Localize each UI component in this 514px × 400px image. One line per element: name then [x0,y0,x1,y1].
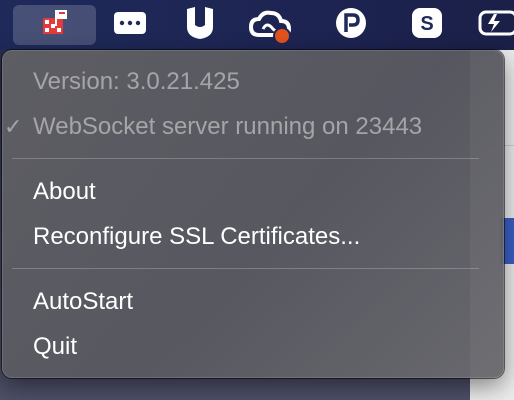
u-shield-status-item[interactable] [176,5,224,45]
app-status-item[interactable] [13,5,96,45]
about-menu-item[interactable]: About [33,176,96,208]
creative-cloud-icon [248,7,292,43]
menu-bar: S [0,0,514,50]
status-dropdown-menu: Version: 3.0.21.425 ✓ WebSocket server r… [2,50,504,378]
notification-dot [275,29,289,43]
s-square-status-item[interactable]: S [403,5,451,45]
window-dots-status-item[interactable] [106,5,154,45]
autostart-menu-item[interactable]: AutoStart [33,286,133,318]
checkmark-icon: ✓ [4,114,23,139]
menu-separator [12,158,479,159]
creative-cloud-status-item[interactable] [244,5,296,45]
p-circle-status-item[interactable] [327,5,375,45]
p-circle-icon [335,7,367,44]
menu-separator [12,268,479,269]
svg-text:S: S [420,13,433,35]
reconfigure-ssl-menu-item[interactable]: Reconfigure SSL Certificates... [33,221,360,253]
version-label: Version: 3.0.21.425 [33,68,240,95]
u-shield-icon [185,6,215,44]
websocket-status-item: WebSocket server running on 23443 [33,113,423,140]
printer-flag-app-icon [40,8,70,43]
battery-icon [478,10,514,41]
quit-menu-item[interactable]: Quit [33,331,77,363]
battery-status-item[interactable] [478,5,514,45]
window-dots-icon [113,11,147,40]
s-square-icon: S [411,7,443,44]
